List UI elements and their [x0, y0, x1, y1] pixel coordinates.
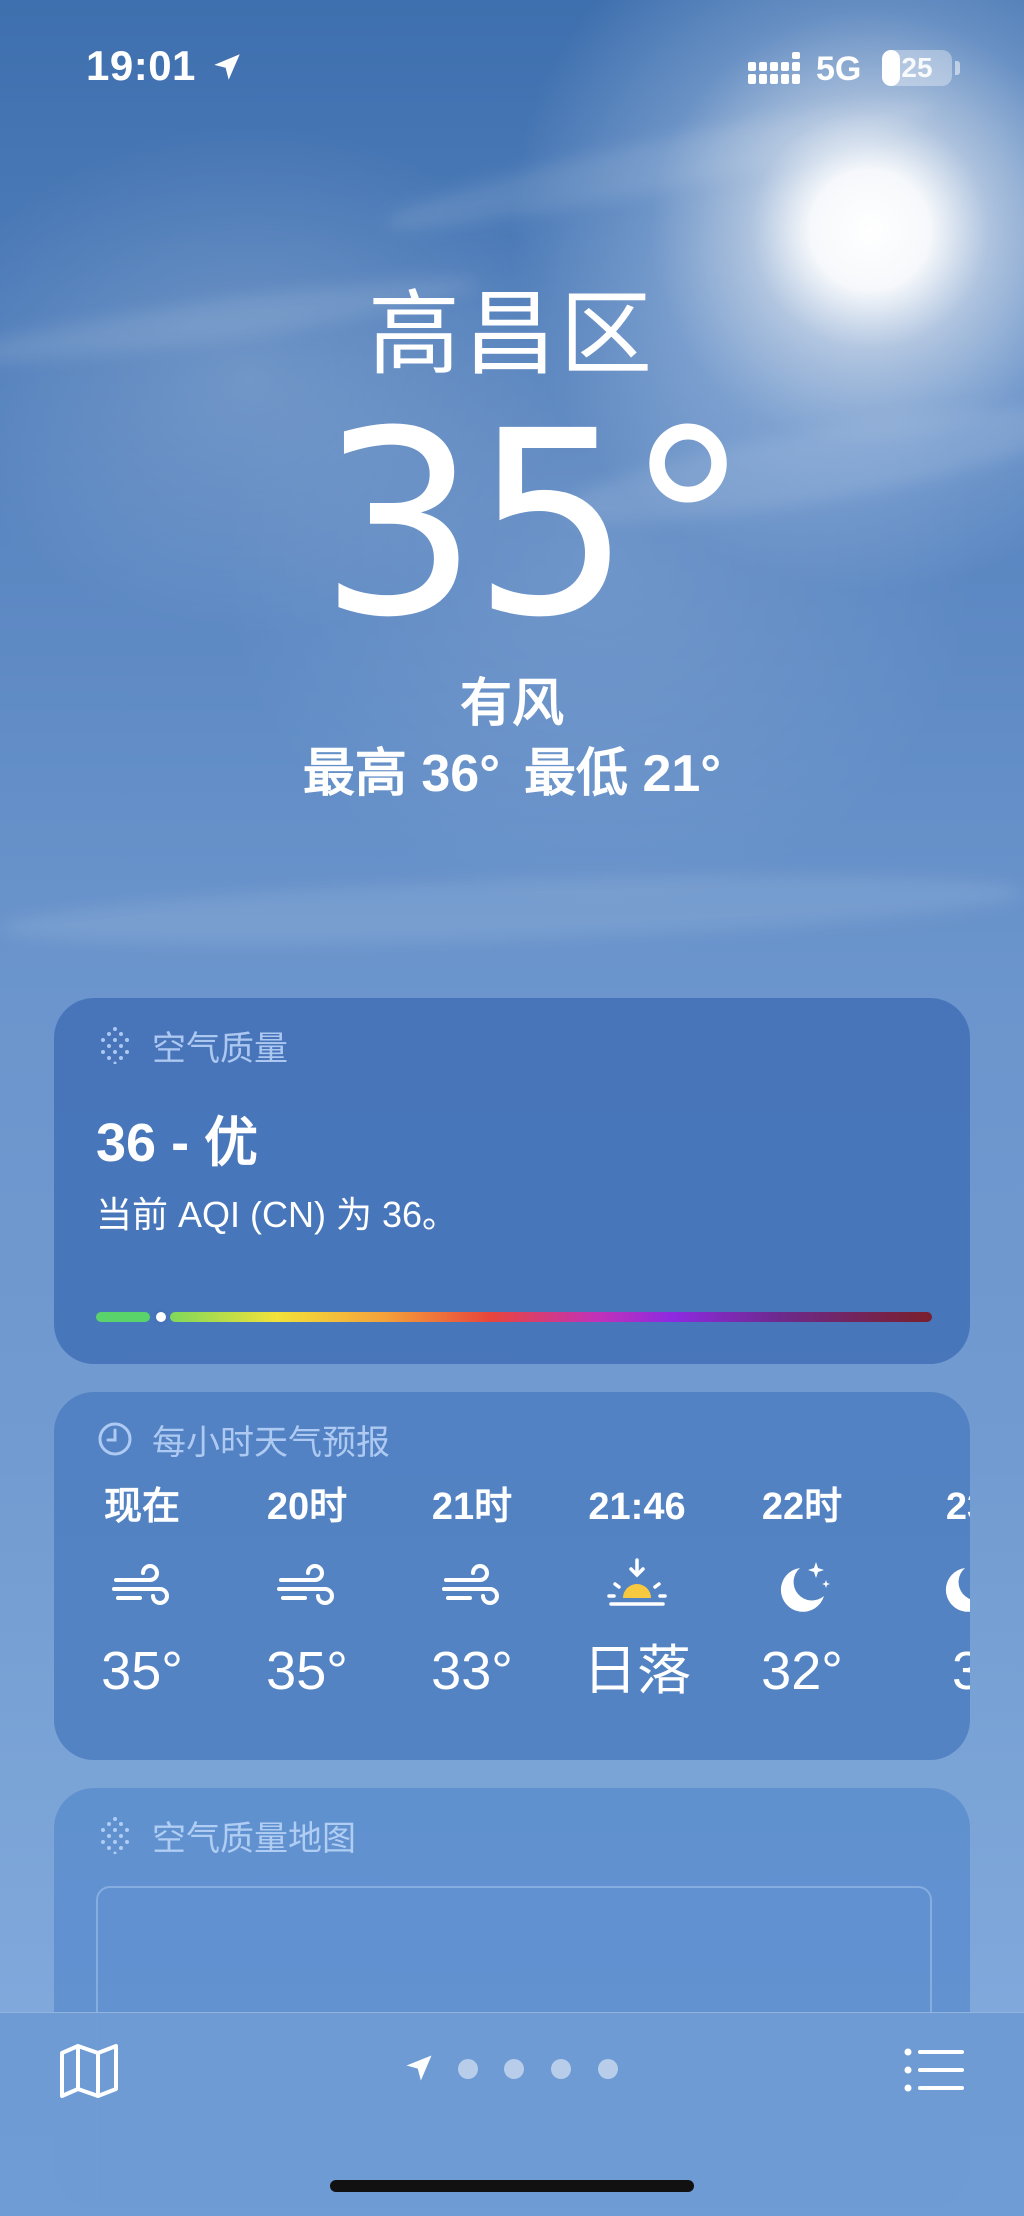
hour-temperature: 33°: [431, 1641, 513, 1701]
hourly-forecast-header-label: 每小时天气预报: [152, 1423, 390, 1462]
page-dot[interactable]: [458, 2059, 478, 2079]
hour-temperature: 35°: [266, 1641, 348, 1701]
air-quality-dots-icon: [101, 1817, 129, 1854]
hour-label: 21:46: [588, 1486, 686, 1528]
battery-icon: 25: [882, 50, 952, 86]
status-bar: 19:01 5G 25: [0, 0, 1024, 130]
hourly-forecast-row[interactable]: 现在 35° 20时 35° 21时 33° 21:46 日落 22时 32° …: [72, 1482, 970, 1752]
page-indicator[interactable]: [404, 2053, 644, 2085]
hour-label: 21时: [431, 1486, 513, 1528]
list-icon[interactable]: [904, 2047, 966, 2093]
current-temperature: 35°: [319, 376, 750, 673]
hour-item: 现在 35°: [72, 1482, 212, 1704]
hour-item: 21时 33°: [402, 1482, 542, 1704]
hour-item: 21:46 日落: [567, 1482, 707, 1704]
aqi-value: 36 - 优: [96, 1113, 259, 1173]
hour-temperature: 日落: [583, 1641, 691, 1701]
air-quality-header-label: 空气质量: [152, 1029, 288, 1068]
moon-stars-icon: [780, 1562, 830, 1612]
cellular-signal-icon: [748, 52, 800, 84]
clock-icon: [98, 1422, 132, 1456]
high-low-temperature: 最高 36° 最低 21°: [0, 742, 1024, 806]
wind-icon: [112, 1564, 169, 1605]
page-dot[interactable]: [551, 2059, 571, 2079]
hour-label: 现在: [103, 1486, 180, 1528]
current-weather: 高昌区 35° 有风 最高 36° 最低 21°: [0, 280, 1024, 806]
hour-item: 23 3: [897, 1482, 970, 1704]
air-quality-dots-icon: [101, 1027, 129, 1064]
weather-condition: 有风: [459, 675, 564, 733]
hourly-forecast-header: 每小时天气预报: [96, 1416, 390, 1462]
wind-icon: [442, 1564, 499, 1605]
aqi-scale-good-segment: [96, 1312, 150, 1322]
air-quality-map-header: 空气质量地图: [96, 1812, 356, 1858]
hour-temperature: 35°: [101, 1641, 183, 1701]
aqi-scale-bar: [96, 1309, 932, 1325]
battery-percent: 25: [901, 52, 933, 83]
aqi-scale-gradient: [170, 1312, 932, 1322]
hour-item: 20时 35°: [237, 1482, 377, 1704]
low-temperature: 最低 21°: [524, 745, 722, 803]
hourly-forecast-card[interactable]: 每小时天气预报 现在 35° 20时 35° 21时 33° 21:46 日落 …: [54, 1392, 970, 1760]
high-temperature: 最高 36°: [302, 745, 500, 803]
aqi-marker: [153, 1309, 169, 1325]
hour-temperature: 32°: [761, 1641, 843, 1701]
hour-label: 20时: [266, 1486, 348, 1528]
status-time: 19:01: [86, 42, 196, 89]
battery-cap: [955, 61, 960, 75]
weather-screen: 19:01 5G 25 高昌区 35° 有风 最高 36° 最低 21° 空气质…: [0, 0, 1024, 2216]
hour-item: 22时 32°: [732, 1482, 872, 1704]
location-arrow-icon: [406, 2055, 432, 2081]
wind-icon: [277, 1564, 334, 1605]
location-arrow-icon: [214, 54, 240, 80]
aqi-description: 当前 AQI (CN) 为 36。: [96, 1194, 459, 1235]
map-icon[interactable]: [58, 2039, 120, 2101]
page-dot[interactable]: [598, 2059, 618, 2079]
page-dot[interactable]: [504, 2059, 524, 2079]
home-indicator[interactable]: [330, 2180, 694, 2192]
hour-temperature: 3: [951, 1641, 970, 1701]
city-name: 高昌区: [367, 284, 656, 386]
air-quality-map-header-label: 空气质量地图: [152, 1819, 356, 1858]
air-quality-header: 空气质量: [96, 1022, 288, 1068]
air-quality-card[interactable]: 空气质量 36 - 优 当前 AQI (CN) 为 36。: [54, 998, 970, 1364]
hour-label: 23: [945, 1486, 970, 1528]
sunset-icon: [607, 1558, 667, 1606]
moon-icon: [945, 1568, 970, 1612]
network-type: 5G: [816, 50, 862, 88]
hour-label: 22时: [761, 1486, 843, 1528]
